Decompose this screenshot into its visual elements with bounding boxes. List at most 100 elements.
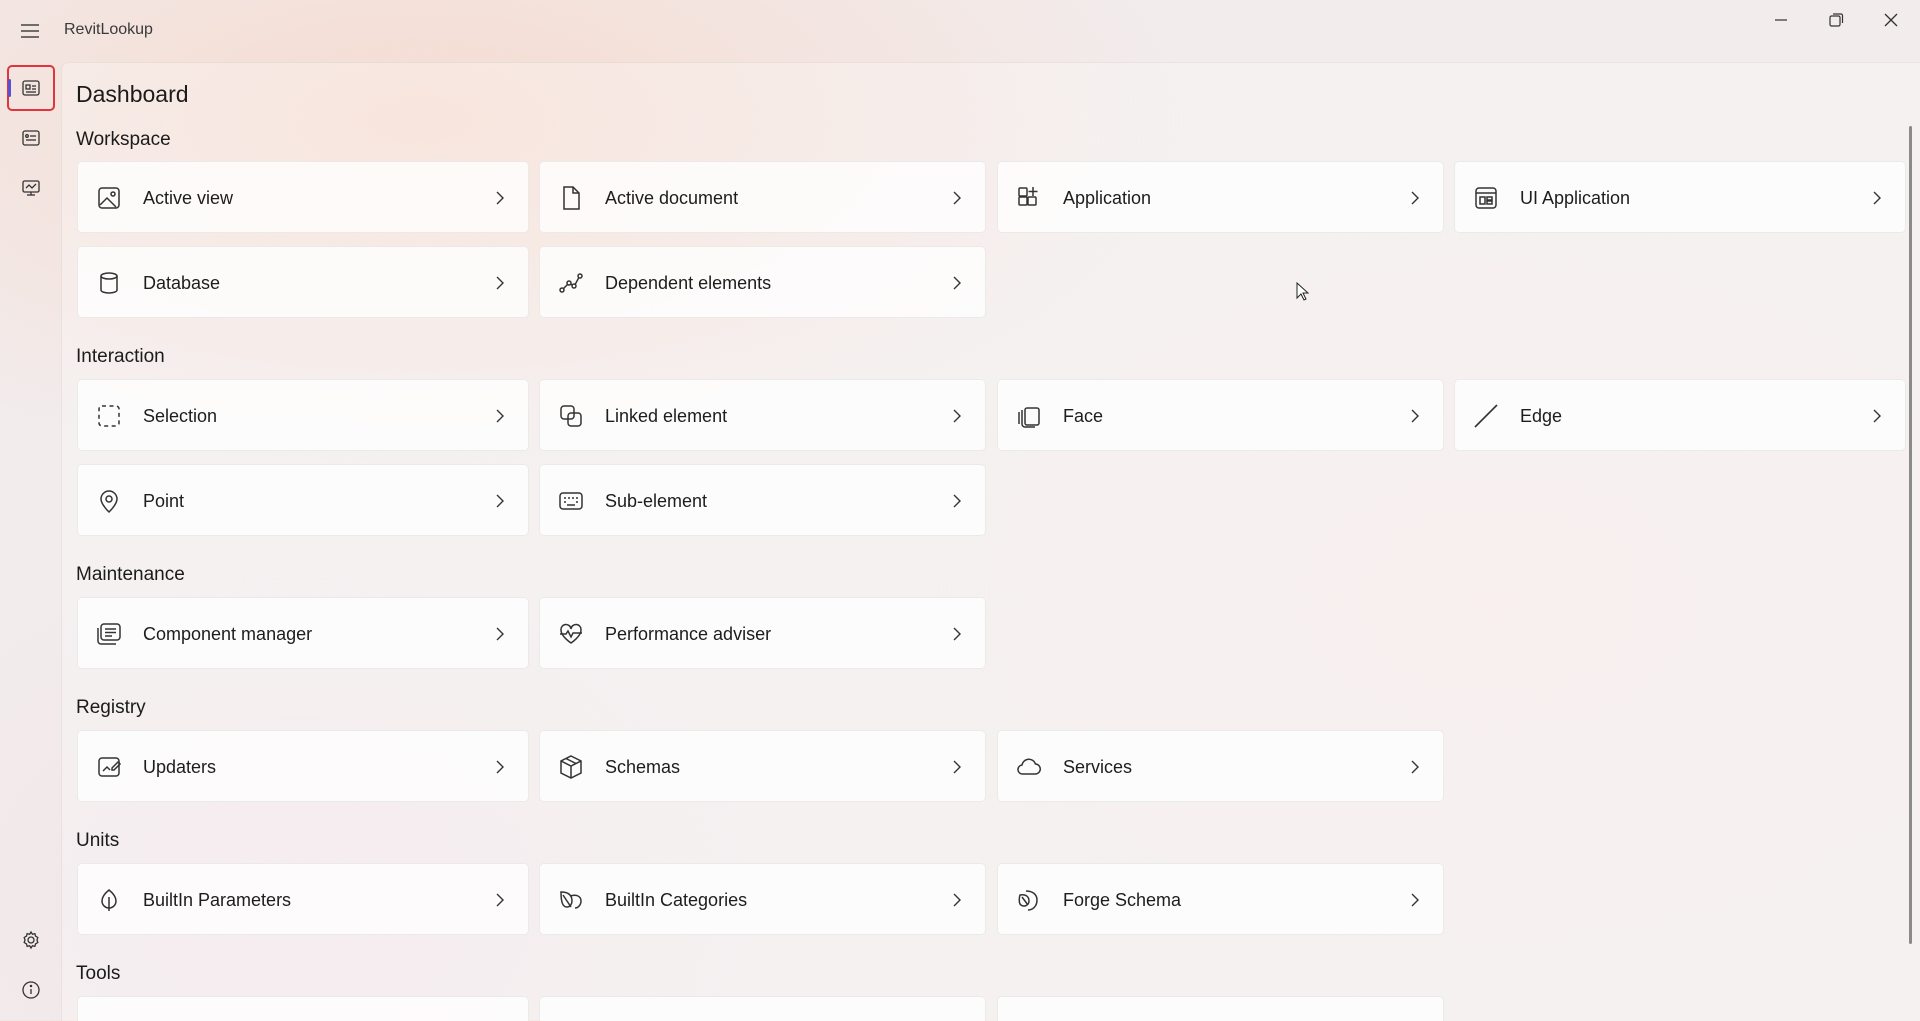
events-icon bbox=[22, 130, 40, 146]
card-schemas[interactable]: Schemas bbox=[539, 730, 986, 802]
nav-events-button[interactable] bbox=[8, 116, 54, 160]
card-forge-schema[interactable]: Forge Schema bbox=[997, 863, 1444, 935]
card-dependent-elements[interactable]: Dependent elements bbox=[539, 246, 986, 318]
chevron-right-icon bbox=[953, 760, 961, 774]
card-database[interactable]: Database bbox=[77, 246, 529, 318]
minimize-icon[interactable] bbox=[1754, 4, 1808, 36]
chevron-right-icon bbox=[953, 409, 961, 423]
restore-icon[interactable] bbox=[1809, 4, 1863, 36]
text-list-icon bbox=[97, 623, 121, 645]
card-sub-element[interactable]: Sub-element bbox=[539, 464, 986, 536]
card-ui-application[interactable]: UI Application bbox=[1454, 161, 1906, 233]
card-linked-element[interactable]: Linked element bbox=[539, 379, 986, 451]
chevron-right-icon bbox=[953, 627, 961, 641]
card-label: Linked element bbox=[605, 406, 728, 426]
card-label: Active document bbox=[605, 188, 739, 208]
close-icon[interactable] bbox=[1864, 4, 1918, 36]
card-label: BuiltIn Categories bbox=[605, 890, 748, 910]
chevron-right-icon bbox=[1873, 409, 1881, 423]
nav-monitor-button[interactable] bbox=[8, 166, 54, 210]
card-builtin-categories[interactable]: BuiltIn Categories bbox=[539, 863, 986, 935]
card-application[interactable]: Application bbox=[997, 161, 1444, 233]
card-face[interactable]: Face bbox=[997, 379, 1444, 451]
card-label: Selection bbox=[143, 406, 218, 426]
card-label: UI Application bbox=[1520, 188, 1631, 208]
chevron-right-icon bbox=[1411, 409, 1419, 423]
heart-pulse-icon bbox=[560, 623, 582, 644]
dashboard-icon bbox=[22, 80, 40, 96]
card-services[interactable]: Services bbox=[997, 730, 1444, 802]
card-tools-3[interactable] bbox=[997, 996, 1444, 1021]
chevron-right-icon bbox=[496, 893, 504, 907]
window-apps-icon bbox=[1475, 187, 1497, 209]
card-tools-2[interactable] bbox=[539, 996, 986, 1021]
vertical-scrollbar[interactable] bbox=[1909, 126, 1912, 944]
chevron-right-icon bbox=[953, 893, 961, 907]
card-label: Services bbox=[1063, 757, 1133, 777]
card-point[interactable]: Point bbox=[77, 464, 529, 536]
cube-icon bbox=[560, 755, 582, 779]
card-label: Dependent elements bbox=[605, 273, 772, 293]
chevron-right-icon bbox=[953, 494, 961, 508]
card-builtin-parameters[interactable]: BuiltIn Parameters bbox=[77, 863, 529, 935]
mouse-cursor-icon bbox=[1296, 282, 1310, 301]
card-performance-adviser[interactable]: Performance adviser bbox=[539, 597, 986, 669]
chevron-right-icon bbox=[496, 760, 504, 774]
card-label: Component manager bbox=[143, 624, 313, 644]
section-title-registry: Registry bbox=[76, 697, 146, 718]
card-edge[interactable]: Edge bbox=[1454, 379, 1906, 451]
nav-about-button[interactable] bbox=[8, 968, 54, 1012]
chevron-right-icon bbox=[496, 627, 504, 641]
chevron-right-icon bbox=[496, 276, 504, 290]
card-component-manager[interactable]: Component manager bbox=[77, 597, 529, 669]
page-title: Dashboard bbox=[76, 81, 189, 107]
card-label: Forge Schema bbox=[1063, 890, 1182, 910]
dashboard-content: Dashboard Workspace Active view Active d… bbox=[61, 62, 1920, 1021]
selection-icon bbox=[98, 405, 120, 427]
section-title-interaction: Interaction bbox=[76, 346, 165, 367]
image-icon bbox=[98, 187, 120, 209]
info-icon bbox=[22, 981, 40, 999]
navigation-rail bbox=[0, 62, 61, 1020]
card-label: Database bbox=[143, 273, 221, 293]
card-updaters[interactable]: Updaters bbox=[77, 730, 529, 802]
nav-dashboard-button[interactable] bbox=[7, 65, 55, 111]
card-active-view[interactable]: Active view bbox=[77, 161, 529, 233]
title-bar: RevitLookup bbox=[0, 0, 1920, 62]
chevron-right-icon bbox=[1411, 893, 1419, 907]
leaf-icon bbox=[101, 889, 117, 911]
cloud-icon bbox=[1017, 758, 1041, 775]
card-active-document[interactable]: Active document bbox=[539, 161, 986, 233]
chevron-right-icon bbox=[1411, 191, 1419, 205]
line-icon bbox=[1474, 404, 1498, 428]
hamburger-menu-icon[interactable] bbox=[15, 18, 45, 44]
keyboard-icon bbox=[559, 492, 583, 510]
chevron-right-icon bbox=[1873, 191, 1881, 205]
link-squares-icon bbox=[560, 405, 582, 427]
section-title-workspace: Workspace bbox=[76, 129, 171, 150]
database-icon bbox=[100, 272, 118, 294]
section-title-units: Units bbox=[76, 830, 120, 851]
app-title: RevitLookup bbox=[64, 21, 153, 38]
card-tools-1[interactable] bbox=[77, 996, 529, 1021]
monitor-icon bbox=[22, 180, 40, 196]
leaf-three-icon bbox=[1018, 890, 1038, 911]
chevron-right-icon bbox=[496, 494, 504, 508]
card-label: BuiltIn Parameters bbox=[143, 890, 292, 910]
nav-settings-button[interactable] bbox=[8, 918, 54, 962]
card-label: Application bbox=[1063, 188, 1152, 208]
chevron-right-icon bbox=[953, 191, 961, 205]
card-label: Schemas bbox=[605, 757, 681, 777]
card-label: Updaters bbox=[143, 757, 217, 777]
card-selection[interactable]: Selection bbox=[77, 379, 529, 451]
card-label: Performance adviser bbox=[605, 624, 772, 644]
leaf-two-icon bbox=[560, 891, 582, 909]
gear-icon bbox=[23, 930, 39, 950]
data-line-icon bbox=[559, 273, 583, 293]
location-pin-icon bbox=[100, 490, 118, 514]
chevron-right-icon bbox=[496, 191, 504, 205]
image-edit-icon bbox=[98, 757, 122, 777]
card-label: Edge bbox=[1520, 406, 1563, 426]
card-label: Point bbox=[143, 491, 185, 511]
face-layers-icon bbox=[1018, 407, 1040, 428]
